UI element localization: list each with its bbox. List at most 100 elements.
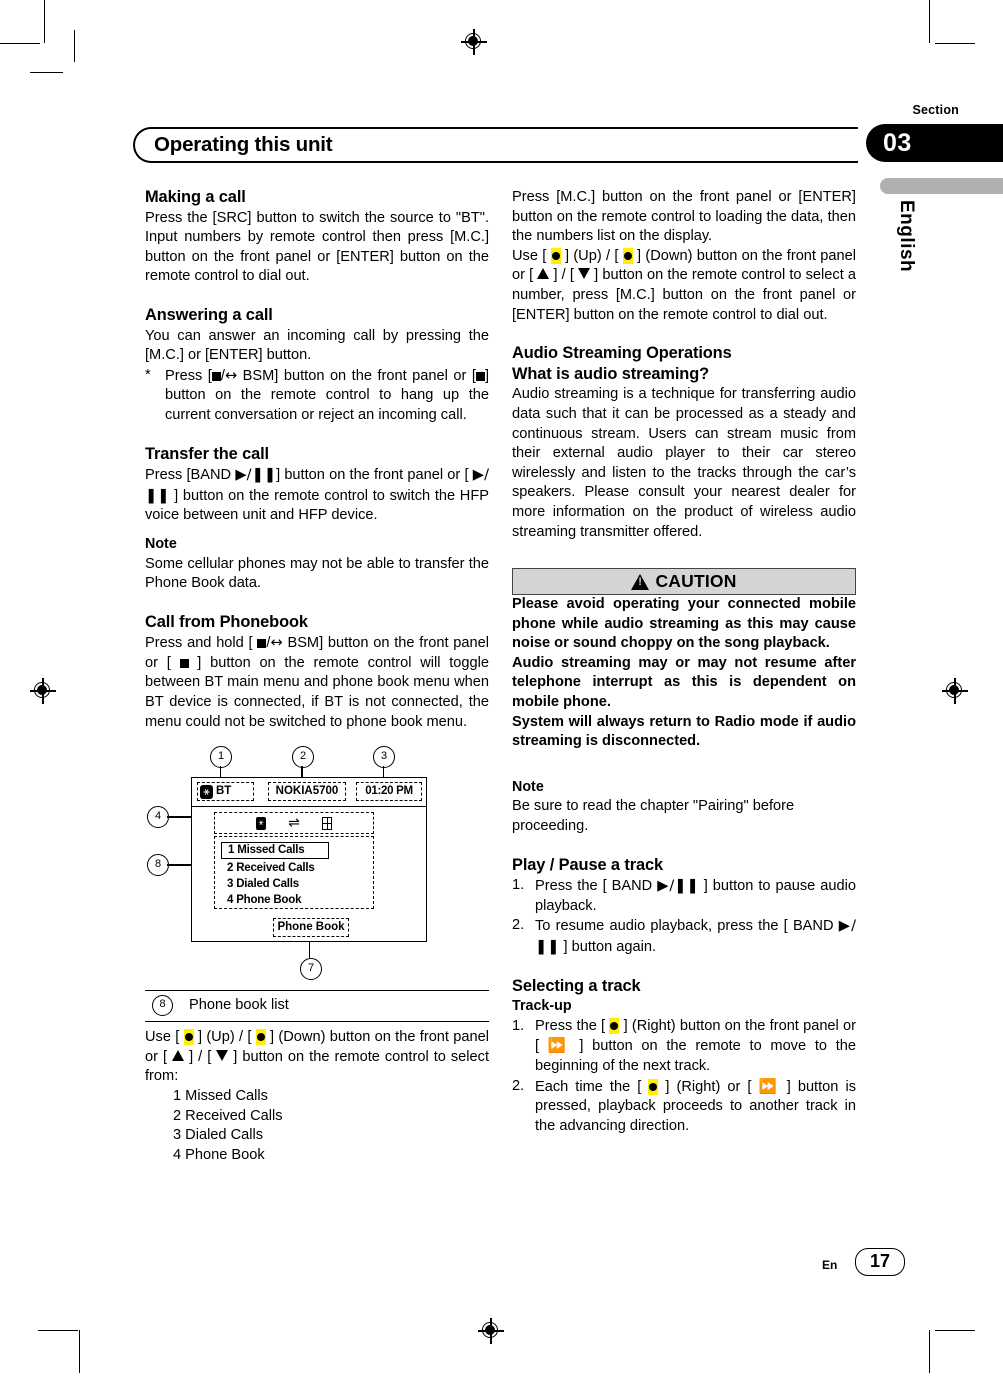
crop-mark-tl-v [44, 0, 46, 43]
pp2-part1: To resume audio playback, press the [ BA… [535, 918, 839, 935]
item-number-1: 1. [512, 877, 525, 894]
section-word-label: Section [912, 103, 959, 117]
heading-play-pause: Play / Pause a track [512, 855, 664, 874]
play-pause-icon: ▶/❚❚ [235, 466, 277, 484]
callout-8: 8 [147, 854, 169, 877]
dot-button-icon-6 [649, 1082, 658, 1091]
screen-icon-row: ⚹ ⇌ [214, 812, 374, 835]
footer-page-number: 17 [855, 1248, 905, 1276]
do-part1: Use [ [512, 247, 551, 264]
next-track-icon: ⏩ [547, 1037, 571, 1055]
heading-call-from-phonebook: Call from Phonebook [145, 612, 308, 631]
warning-triangle-icon [631, 573, 650, 590]
next-track-icon-2: ⏩ [758, 1077, 780, 1095]
heading-selecting-a-track: Selecting a track [512, 976, 641, 995]
menu-item-dialed[interactable]: 3 Dialed Calls [221, 876, 373, 892]
heading-transfer-the-call: Transfer the call [145, 444, 270, 463]
menu-item-phonebook[interactable]: 4 Phone Book [221, 892, 373, 908]
status-device-name: NOKIA5700 [268, 782, 346, 802]
crop-mark-br-v [929, 1330, 931, 1373]
registration-mark-top [461, 29, 487, 55]
registration-mark-bottom [478, 1318, 504, 1344]
do-part2: ] (Up) / [ [560, 247, 623, 264]
page-title-banner: Operating this unit [133, 127, 858, 163]
status-bt-indicator: ⚹ BT [197, 782, 254, 802]
triangle-down-icon-2 [578, 268, 591, 280]
heading-note-pairing: Note [512, 778, 544, 795]
text-caution-1: Please avoid operating your connected mo… [512, 596, 856, 652]
diagram-caption-row: 8 Phone book list [145, 990, 489, 1023]
caution-header: CAUTION [512, 568, 856, 596]
dot-button-icon-3 [551, 251, 560, 260]
triangle-up-icon-2 [537, 268, 550, 280]
bluetooth-small-icon: ⚹ [256, 816, 267, 830]
callout-3: 3 [373, 746, 395, 769]
bluetooth-icon: ⚹ [200, 784, 213, 799]
text-transfer-note: Some cellular phones may not be able to … [145, 555, 489, 592]
left-right-arrow-icon: ↔ [224, 366, 238, 384]
transfer-arrows-icon: ⇌ [288, 815, 300, 832]
language-label: English [896, 200, 917, 273]
dot-button-icon-4 [623, 251, 632, 260]
crop-mark-bl-v [79, 1330, 81, 1373]
play-pause-item-1: 1. Press the [ BAND ▶/❚❚ ] button to pau… [512, 876, 856, 916]
text-note-pairing: Be sure to read the chapter "Pairing" be… [512, 798, 795, 835]
phone-keypad-icon [321, 816, 332, 830]
asterisk-mark: * [145, 366, 151, 383]
registration-mark-right [942, 678, 968, 704]
right-column: Press [M.C.] button on the front panel o… [512, 188, 856, 1136]
st2-part2: ] (Right) or [ [658, 1078, 759, 1095]
caution-label: CAUTION [655, 570, 737, 591]
callout-1: 1 [210, 746, 232, 769]
pbl-part1: Use [ [145, 1029, 184, 1046]
st2-part1: Each time the [ [535, 1078, 649, 1095]
caption-text: Phone book list [189, 996, 289, 1013]
leader-line-7 [309, 942, 311, 959]
triangle-down-icon [216, 1049, 229, 1061]
section-number-badge: 03 [866, 124, 1003, 162]
heading-what-is-audio-streaming: What is audio streaming? [512, 364, 710, 383]
text-dial-out-2: Use [ ] (Up) / [ ] (Down) button on the … [512, 247, 856, 325]
manual-page: Section 03 English Operating this unit M… [0, 0, 1003, 1387]
do-part4: ] / [ [549, 267, 579, 284]
transfer-part2: ] button on the front panel or [ [276, 467, 473, 484]
up-button-highlight [183, 1029, 194, 1046]
heading-audio-streaming-operations: Audio Streaming Operations [512, 344, 732, 363]
text-call-from-phonebook: Press and hold [ /↔ BSM] button on the f… [145, 633, 489, 732]
pbl-part4: ] / [ [184, 1048, 217, 1065]
crop-mark-tl2-v [74, 30, 76, 62]
track-up-item-1: 1. Press the [ ] (Right) button on the f… [512, 1017, 856, 1077]
note-part3: BSM] button on the front panel or [ [237, 367, 476, 384]
choice-missed-calls: 1 Missed Calls [173, 1088, 268, 1105]
screen-status-bar: ⚹ BT NOKIA5700 01:20 PM [192, 778, 426, 808]
menu-item-selected[interactable]: 1 Missed Calls [221, 842, 330, 860]
down-button-highlight-2 [622, 247, 633, 264]
choice-phone-book: 4 Phone Book [173, 1146, 265, 1163]
screen-menu-list: 1 Missed Calls 2 Received Calls 3 Dialed… [214, 836, 374, 910]
status-clock: 01:20 PM [356, 782, 422, 802]
callout-4: 4 [147, 806, 169, 829]
text-transfer-the-call: Press [BAND ▶/❚❚] button on the front pa… [145, 465, 489, 526]
crop-mark-br-h [935, 1330, 975, 1332]
menu-item-received[interactable]: 2 Received Calls [221, 860, 373, 876]
heading-track-up: Track-up [512, 998, 572, 1015]
crop-mark-tl-h [0, 43, 40, 45]
transfer-part3: ] button on the remote control to switch… [145, 487, 489, 524]
down-button-highlight [255, 1029, 266, 1046]
stop-square-icon-4 [179, 658, 189, 668]
phonebook-part4: ] button on the remote control will togg… [145, 654, 489, 730]
choice-dialed-calls: 3 Dialed Calls [173, 1127, 264, 1144]
text-answering-a-call: You can answer an incoming call by press… [145, 327, 489, 364]
st1-part3: ] button on the remote to move to the be… [535, 1038, 856, 1074]
pp1-part1: Press the [ BAND [535, 878, 658, 895]
crop-mark-tr-v [929, 0, 931, 43]
note-answering-a-call: * Press [/↔ BSM] button on the front pan… [145, 366, 489, 426]
item-number-2b: 2. [512, 1077, 525, 1094]
heading-answering-a-call: Answering a call [145, 305, 273, 324]
right-button-highlight [609, 1017, 620, 1034]
choice-received-calls: 2 Received Calls [173, 1107, 283, 1124]
crop-mark-tr-h [935, 43, 975, 45]
crop-mark-bl-h [38, 1330, 78, 1332]
text-audio-streaming: Audio streaming is a technique for trans… [512, 386, 856, 540]
play-pause-icon-3: ▶/❚❚ [657, 877, 699, 895]
